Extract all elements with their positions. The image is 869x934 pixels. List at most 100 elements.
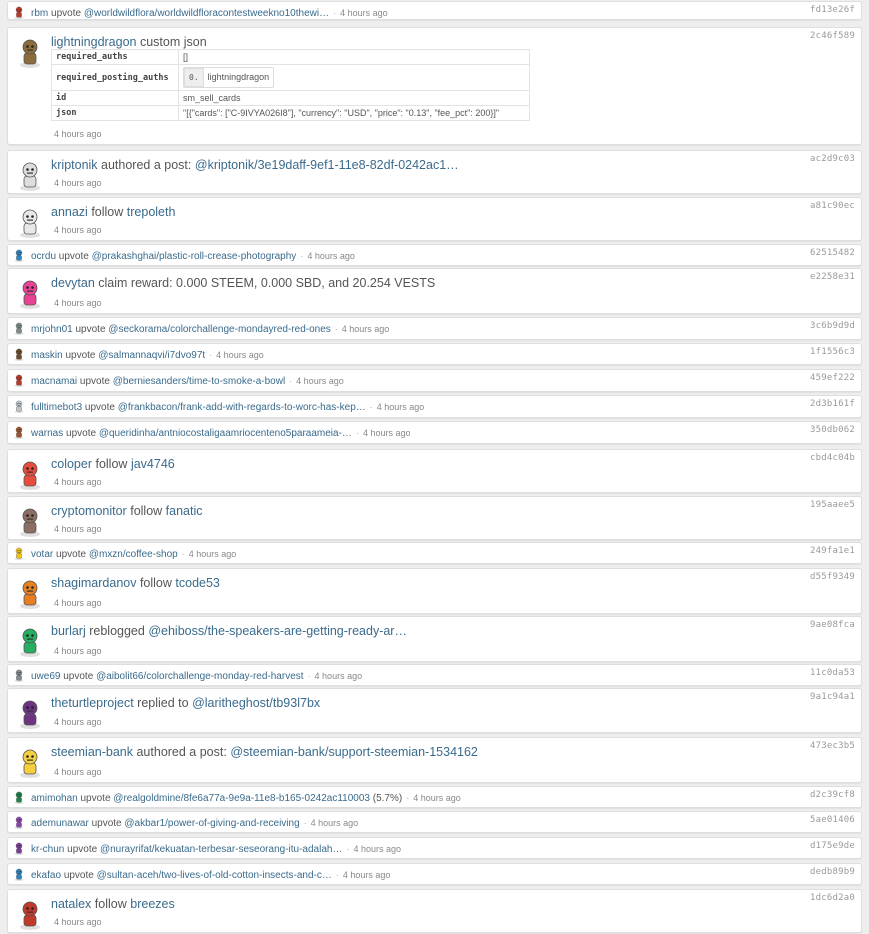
operation-verb: upvote [65,350,96,361]
transaction-hash[interactable]: 9ae08fca [810,620,855,630]
target-link[interactable]: @worldwildflora/worldwildfloracontestwee… [84,8,329,19]
operation-row: kriptonik authored a post: @kriptonik/3e… [7,150,862,194]
avatar[interactable] [13,322,25,335]
avatar[interactable] [17,161,43,191]
user-link[interactable]: amimohan [31,793,78,804]
operation-summary: coloper follow jav4746 [51,456,175,472]
avatar[interactable] [13,816,25,829]
target-link[interactable]: breezes [130,897,174,911]
target-link[interactable]: @kriptonik/3e19daff-9ef1-11e8-82df-0242a… [195,158,459,172]
transaction-hash[interactable]: 195aaee5 [810,500,855,510]
avatar[interactable] [17,507,43,537]
avatar[interactable] [13,6,25,19]
target-link[interactable]: @nurayrifat/kekuatan-terbesar-seseorang-… [100,844,343,855]
transaction-hash[interactable]: a81c90ec [810,201,855,211]
target-link[interactable]: @seckorama/colorchallenge-mondayred-red-… [108,324,330,335]
avatar[interactable] [13,547,25,560]
target-link[interactable]: @laritheghost/tb93l7bx [192,696,320,710]
avatar[interactable] [13,249,25,262]
target-link[interactable]: trepoleth [127,205,176,219]
user-link[interactable]: votar [31,549,53,560]
transaction-hash[interactable]: 2c46f589 [810,31,855,41]
target-link[interactable]: fanatic [166,504,203,518]
transaction-hash[interactable]: cbd4c04b [810,453,855,463]
transaction-hash[interactable]: 62515482 [810,248,855,258]
operation-summary: mrjohn01 upvote @seckorama/colorchalleng… [31,323,389,336]
avatar[interactable] [17,279,43,309]
transaction-hash[interactable]: 3c6b9d9d [810,321,855,331]
user-link[interactable]: ademunawar [31,818,89,829]
avatar[interactable] [17,208,43,238]
target-link[interactable]: @berniesanders/time-to-smoke-a-bowl [113,376,285,387]
avatar[interactable] [13,348,25,361]
transaction-hash[interactable]: 1f1556c3 [810,347,855,357]
avatar[interactable] [13,842,25,855]
target-link[interactable]: jav4746 [131,457,175,471]
target-link[interactable]: @queridinha/antniocostaligaamriocenteno5… [99,428,352,439]
user-link[interactable]: ocrdu [31,251,56,262]
user-link[interactable]: coloper [51,457,92,471]
avatar[interactable] [17,579,43,609]
user-link[interactable]: theturtleproject [51,696,134,710]
user-link[interactable]: kr-chun [31,844,64,855]
transaction-hash[interactable]: d175e9de [810,841,855,851]
transaction-hash[interactable]: 473ec3b5 [810,741,855,751]
transaction-hash[interactable]: 5ae01406 [810,815,855,825]
user-link[interactable]: natalex [51,897,91,911]
target-link[interactable]: @aibolit66/colorchallenge-monday-red-har… [96,671,303,682]
avatar[interactable] [17,627,43,657]
transaction-hash[interactable]: 249fa1e1 [810,546,855,556]
user-link[interactable]: steemian-bank [51,745,133,759]
avatar[interactable] [17,748,43,778]
target-link[interactable]: @steemian-bank/support-steemian-1534162 [230,745,478,759]
target-link[interactable]: tcode53 [175,576,219,590]
user-link[interactable]: devytan [51,276,95,290]
target-link[interactable]: @ehiboss/the-speakers-are-getting-ready-… [148,624,407,638]
user-link[interactable]: maskin [31,350,63,361]
target-link[interactable]: @sultan-aceh/two-lives-of-old-cotton-ins… [97,870,332,881]
transaction-hash[interactable]: fd13e26f [810,5,855,15]
transaction-hash[interactable]: 1dc6d2a0 [810,893,855,903]
transaction-hash[interactable]: ac2d9c03 [810,154,855,164]
avatar[interactable] [13,400,25,413]
user-link[interactable]: mrjohn01 [31,324,73,335]
avatar[interactable] [17,699,43,729]
user-link[interactable]: rbm [31,8,48,19]
user-link[interactable]: burlarj [51,624,86,638]
avatar[interactable] [17,900,43,930]
transaction-hash[interactable]: 350db062 [810,425,855,435]
target-link[interactable]: @realgoldmine/8fe6a77a-9e9a-11e8-b165-02… [113,793,370,804]
user-link[interactable]: annazi [51,205,88,219]
user-link[interactable]: ekafao [31,870,61,881]
transaction-hash[interactable]: 11c0da53 [810,668,855,678]
transaction-hash[interactable]: d55f9349 [810,572,855,582]
target-link[interactable]: @frankbacon/frank-add-with-regards-to-wo… [118,402,366,413]
user-link[interactable]: fulltimebot3 [31,402,82,413]
transaction-hash[interactable]: 459ef222 [810,373,855,383]
transaction-hash[interactable]: dedb89b9 [810,867,855,877]
user-link[interactable]: kriptonik [51,158,98,172]
transaction-hash[interactable]: 9a1c94a1 [810,692,855,702]
operation-summary: ocrdu upvote @prakashghai/plastic-roll-c… [31,250,355,263]
avatar[interactable] [17,460,43,490]
target-link[interactable]: @prakashghai/plastic-roll-crease-photogr… [92,251,297,262]
avatar[interactable] [13,868,25,881]
user-link[interactable]: warnas [31,428,63,439]
user-link[interactable]: macnamai [31,376,77,387]
user-link[interactable]: shagimardanov [51,576,136,590]
user-link[interactable]: cryptomonitor [51,504,127,518]
user-link[interactable]: lightningdragon [51,35,137,49]
transaction-hash[interactable]: 2d3b161f [810,399,855,409]
target-link[interactable]: @mxzn/coffee-shop [89,549,178,560]
avatar[interactable] [17,38,43,68]
avatar[interactable] [13,426,25,439]
target-link[interactable]: @salmannaqvi/i7dvo97t [98,350,205,361]
operation-verb: upvote [67,844,98,855]
transaction-hash[interactable]: e2258e31 [810,272,855,282]
transaction-hash[interactable]: d2c39cf8 [810,790,855,800]
target-link[interactable]: @akbar1/power-of-giving-and-receiving [124,818,299,829]
avatar[interactable] [13,791,25,804]
avatar[interactable] [13,374,25,387]
user-link[interactable]: uwe69 [31,671,60,682]
avatar[interactable] [13,669,25,682]
